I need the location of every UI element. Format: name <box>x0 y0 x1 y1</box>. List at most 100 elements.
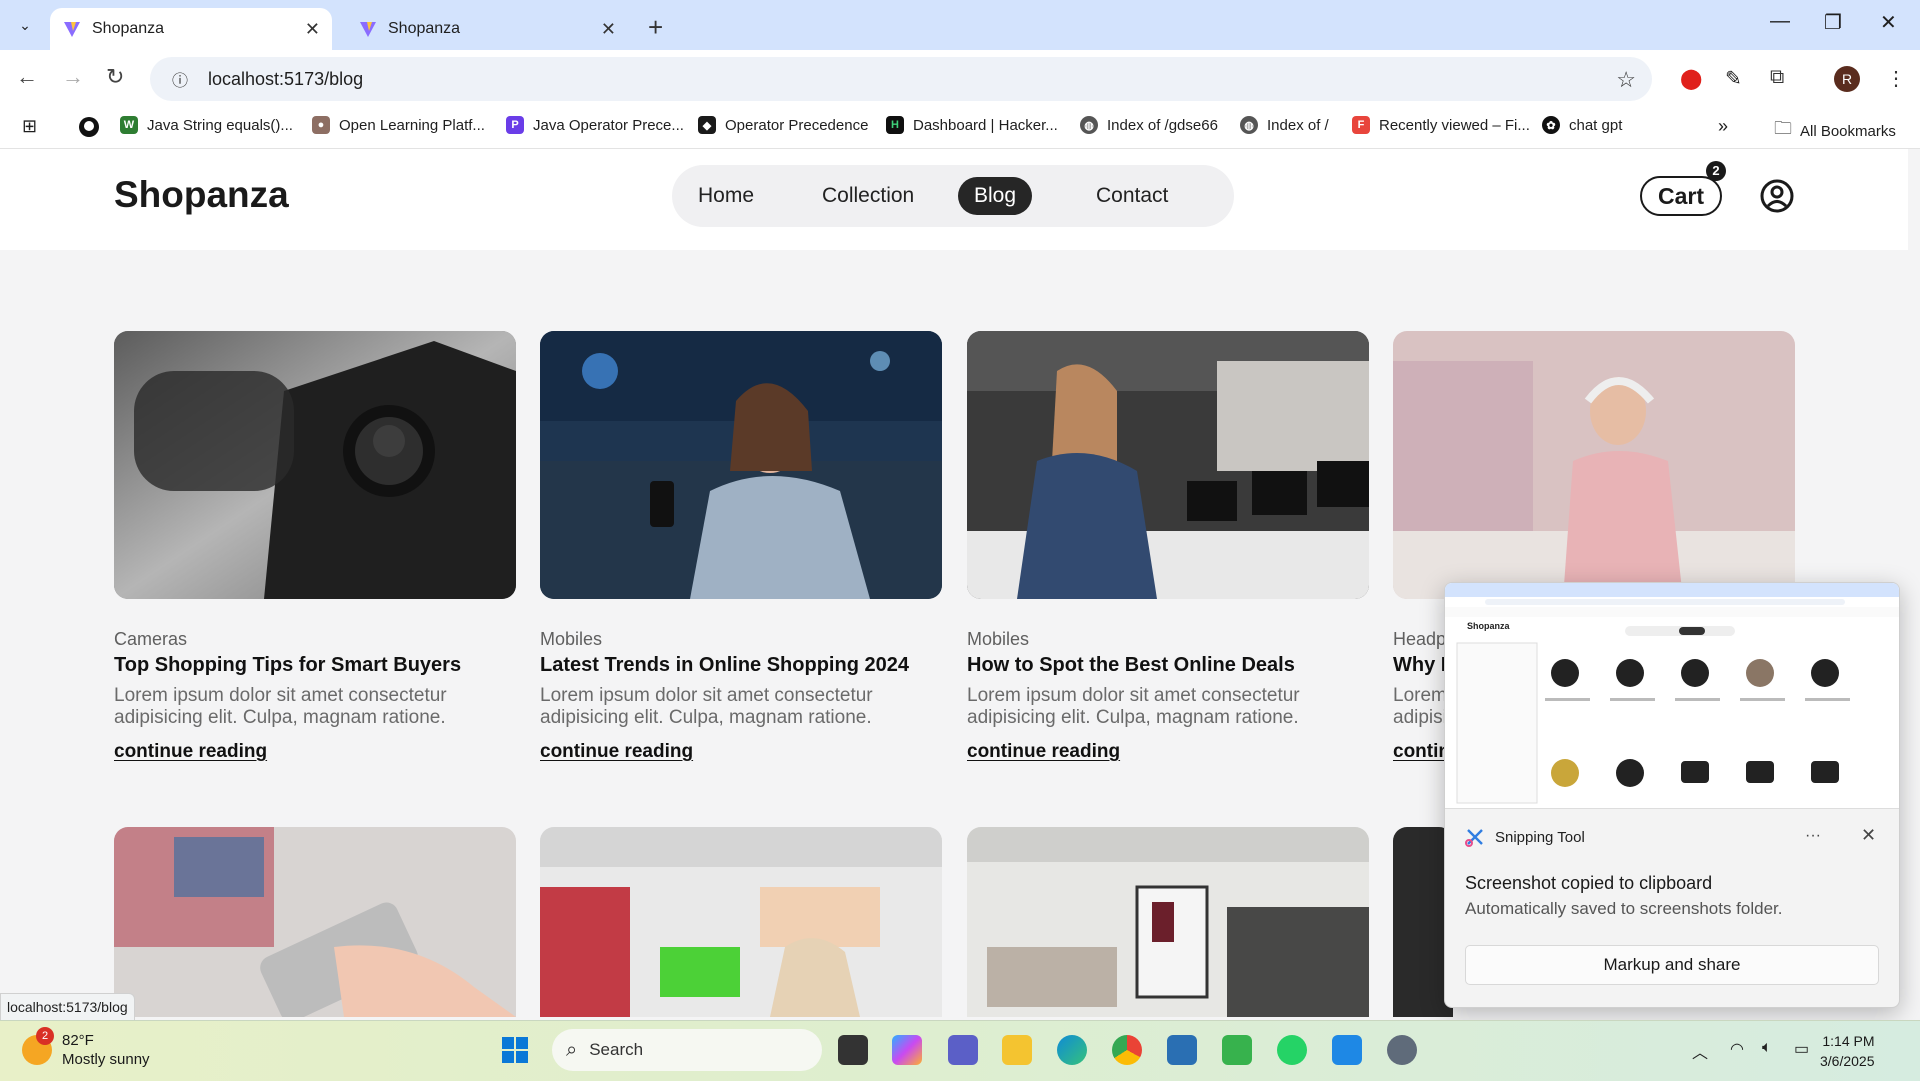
tab-shopanza[interactable]: Shopanza ✕ <box>346 8 628 50</box>
site-info-icon[interactable]: ⓘ <box>162 67 198 91</box>
screenshot-preview[interactable]: Shopanza <box>1445 583 1899 809</box>
taskbar-search[interactable]: ⌕ Search <box>552 1029 822 1071</box>
window-close-icon[interactable]: ✕ <box>1880 10 1897 35</box>
search-placeholder: Search <box>589 1040 644 1059</box>
bookmark-star-icon[interactable]: ☆ <box>1616 67 1636 93</box>
excel-icon[interactable] <box>1222 1035 1252 1065</box>
extensions-puzzle-icon[interactable]: ⧉ <box>1770 66 1784 89</box>
whatsapp-icon[interactable] <box>1277 1035 1307 1065</box>
address-bar[interactable]: ⓘ localhost:5173/blog ☆ <box>150 57 1652 101</box>
teams-icon[interactable] <box>948 1035 978 1065</box>
nav-contact[interactable]: Contact <box>1080 177 1184 215</box>
post-image-camera[interactable] <box>114 331 516 599</box>
snipping-tool-icon <box>1465 829 1483 847</box>
weather-badge: 2 <box>36 1027 54 1045</box>
post-excerpt: Lorem ipsum dolor sit amet consectetur a… <box>967 685 1369 729</box>
excerpt-line: adipisicing elit. Culpa, magnam ratione. <box>540 707 872 728</box>
address-url[interactable]: localhost:5173/blog <box>208 69 363 90</box>
close-tab-icon[interactable]: ✕ <box>601 19 616 40</box>
weather-widget[interactable]: 2 82°F Mostly sunny <box>22 1027 150 1069</box>
windows-start-icon[interactable] <box>500 1035 530 1065</box>
profile-avatar[interactable]: R <box>1834 66 1860 92</box>
snip-app-header: Snipping Tool <box>1465 827 1585 847</box>
blog-card[interactable]: Cameras Top Shopping Tips for Smart Buye… <box>114 331 516 763</box>
post-title[interactable]: Latest Trends in Online Shopping 2024 <box>540 654 942 677</box>
forward-arrow-icon[interactable]: → <box>62 64 84 90</box>
bookmark-7[interactable]: F Recently viewed – Fi... <box>1352 116 1530 134</box>
temperature: 82°F <box>62 1032 94 1049</box>
nav-blog[interactable]: Blog <box>958 177 1033 215</box>
nav-home[interactable]: Home <box>682 177 770 215</box>
excerpt-line: Lorem ipsum dolor sit amet consectetur <box>967 685 1300 706</box>
vscode-icon[interactable] <box>1332 1035 1362 1065</box>
markup-and-share-button[interactable]: Markup and share <box>1465 945 1879 985</box>
battery-icon[interactable]: ▭ <box>1794 1039 1809 1059</box>
close-tab-icon[interactable]: ✕ <box>305 19 320 40</box>
bookmark-label: Java Operator Prece... <box>533 116 684 134</box>
browser-menu-icon[interactable]: ⋮ <box>1886 66 1906 91</box>
bookmark-6[interactable]: ◍ Index of / <box>1240 116 1329 134</box>
restore-icon[interactable]: ❐ <box>1824 10 1842 35</box>
snipping-tool-notification[interactable]: Shopanza Snipping Tool ··· ✕ Screenshot … <box>1444 582 1900 1008</box>
bookmark-2[interactable]: P Java Operator Prece... <box>506 116 684 134</box>
continue-reading-link[interactable]: continue reading <box>540 741 942 763</box>
reload-icon[interactable]: ↻ <box>106 64 124 90</box>
post-category: Mobiles <box>540 629 603 649</box>
all-bookmarks[interactable]: 🗀 All Bookmarks <box>1774 116 1896 146</box>
apps-grid-icon[interactable]: ⊞ <box>22 116 37 137</box>
copilot-icon[interactable] <box>892 1035 922 1065</box>
post-title[interactable]: Top Shopping Tips for Smart Buyers <box>114 654 516 677</box>
back-arrow-icon[interactable]: ← <box>16 64 38 90</box>
task-view-icon[interactable] <box>838 1035 868 1065</box>
post-image-phone-hand[interactable] <box>114 827 516 1017</box>
tab-search-button[interactable]: ⌄ <box>10 12 40 38</box>
eyedropper-extension-icon[interactable]: ✎ <box>1725 66 1742 91</box>
continue-reading-link[interactable]: continue reading <box>967 741 1369 763</box>
close-notification-icon[interactable]: ✕ <box>1861 825 1876 846</box>
blog-card[interactable]: Mobiles How to Spot the Best Online Deal… <box>967 331 1369 763</box>
more-bookmarks-icon[interactable]: » <box>1718 116 1728 137</box>
post-category: Cameras <box>114 629 188 649</box>
post-image-laptop-store[interactable] <box>967 331 1369 599</box>
wifi-icon[interactable]: ◠ <box>1730 1039 1744 1059</box>
bookmark-1[interactable]: ● Open Learning Platf... <box>312 116 485 134</box>
status-url-tooltip: localhost:5173/blog <box>0 993 135 1021</box>
settings-gear-icon[interactable] <box>1387 1035 1417 1065</box>
post-title[interactable]: How to Spot the Best Online Deals <box>967 654 1369 677</box>
cart-button[interactable]: Cart <box>1640 176 1722 216</box>
folder-icon: 🗀 <box>1774 118 1792 138</box>
bookmark-label: Recently viewed – Fi... <box>1379 116 1530 134</box>
bookmark-label: Index of / <box>1267 116 1329 134</box>
post-image-electronics-store[interactable] <box>540 827 942 1017</box>
tab-shopanza-active[interactable]: Shopanza ✕ <box>50 8 332 50</box>
more-options-icon[interactable]: ··· <box>1805 827 1821 845</box>
taskbar-clock[interactable]: 1:14 PM 3/6/2025 <box>1820 1031 1875 1071</box>
volume-icon[interactable]: 🔈︎ <box>1762 1039 1772 1057</box>
blog-card[interactable]: Mobiles Latest Trends in Online Shopping… <box>540 331 942 763</box>
chrome-icon[interactable] <box>1112 1035 1142 1065</box>
bookmark-3[interactable]: ◆ Operator Precedence <box>698 116 868 134</box>
snip-app-name: Snipping Tool <box>1495 828 1585 846</box>
photos-icon[interactable] <box>1167 1035 1197 1065</box>
show-hidden-icons-chevron-icon[interactable]: ︿ <box>1692 1039 1708 1063</box>
user-account-icon[interactable] <box>1760 179 1794 213</box>
site-logo[interactable]: Shopanza <box>114 174 289 216</box>
opera-extension-icon[interactable]: ⬤ <box>1680 66 1702 91</box>
bookmark-0[interactable]: W Java String equals()... <box>120 116 293 134</box>
bookmark-4[interactable]: H Dashboard | Hacker... <box>886 116 1058 134</box>
post-image-clothing-store[interactable] <box>967 827 1369 1017</box>
tab-title: Shopanza <box>388 20 461 37</box>
post-image-headphones-shopper[interactable] <box>1393 331 1795 599</box>
file-explorer-icon[interactable] <box>1002 1035 1032 1065</box>
new-tab-button[interactable]: + <box>648 12 663 43</box>
bookmark-5[interactable]: ◍ Index of /gdse66 <box>1080 116 1218 134</box>
github-bookmark[interactable] <box>78 116 100 138</box>
edge-icon[interactable] <box>1057 1035 1087 1065</box>
continue-reading-link[interactable]: continue reading <box>114 741 516 763</box>
post-image-mobiles-shopper[interactable] <box>540 331 942 599</box>
bookmark-8[interactable]: ✿ chat gpt <box>1542 116 1622 134</box>
nav-collection[interactable]: Collection <box>806 177 930 215</box>
minimize-icon[interactable]: — <box>1770 10 1790 33</box>
weather-condition: Mostly sunny <box>62 1051 150 1068</box>
bookmark-label: Operator Precedence <box>725 116 869 134</box>
